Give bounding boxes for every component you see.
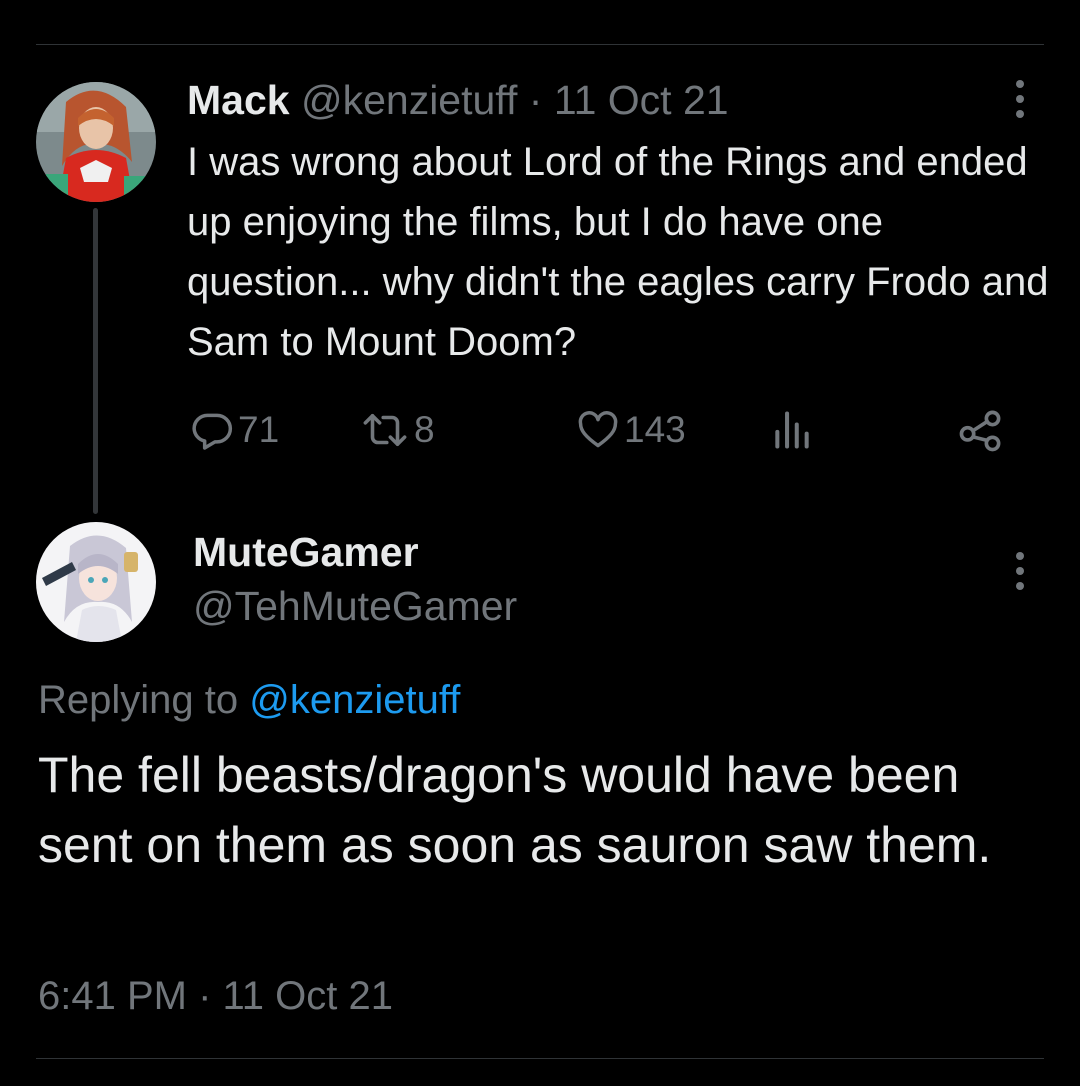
retweet-count: 8 bbox=[414, 409, 435, 450]
author-handle[interactable]: @kenzietuff bbox=[301, 77, 517, 123]
bottom-divider bbox=[36, 1058, 1044, 1059]
reply-text: The fell beasts/dragon's would have been… bbox=[38, 747, 992, 873]
author-name[interactable]: Mack bbox=[187, 77, 290, 123]
share-icon bbox=[959, 410, 1001, 452]
author-handle[interactable]: @TehMuteGamer bbox=[193, 582, 517, 630]
retweet-icon bbox=[363, 413, 407, 447]
more-icon[interactable] bbox=[1014, 552, 1026, 590]
tweet-header: Mack @kenzietuff · 11 Oct 21 bbox=[187, 76, 729, 124]
share-button[interactable] bbox=[958, 400, 1004, 460]
tweet-date[interactable]: 11 Oct 21 bbox=[554, 77, 729, 123]
like-count: 143 bbox=[624, 409, 686, 450]
more-icon[interactable] bbox=[1014, 80, 1026, 118]
tweet-thread: Mack @kenzietuff · 11 Oct 21 I was wrong… bbox=[0, 0, 1080, 1086]
thread-connector-line bbox=[93, 208, 98, 514]
top-divider bbox=[36, 44, 1044, 45]
author-name[interactable]: MuteGamer bbox=[193, 528, 419, 576]
like-button[interactable]: 143 bbox=[576, 400, 686, 460]
reply-button[interactable]: 71 bbox=[190, 400, 279, 460]
like-icon bbox=[578, 411, 618, 448]
stats-icon bbox=[775, 411, 809, 449]
replying-handle-link[interactable]: @kenzietuff bbox=[249, 678, 460, 722]
stats-button[interactable] bbox=[770, 400, 814, 460]
tweet-actions: 71 8 143 bbox=[190, 400, 1020, 460]
replying-prefix: Replying to bbox=[38, 678, 239, 722]
reply-timestamp[interactable]: 6:41 PM · 11 Oct 21 bbox=[38, 968, 393, 1024]
reply-count: 71 bbox=[238, 409, 280, 450]
reply-icon bbox=[192, 413, 233, 450]
replying-to: Replying to @kenzietuff bbox=[38, 674, 460, 726]
avatar[interactable] bbox=[36, 522, 156, 642]
header-separator: · bbox=[528, 77, 543, 123]
retweet-button[interactable]: 8 bbox=[360, 400, 435, 460]
avatar[interactable] bbox=[36, 82, 156, 202]
tweet-text: I was wrong about Lord of the Rings and … bbox=[187, 140, 1049, 364]
